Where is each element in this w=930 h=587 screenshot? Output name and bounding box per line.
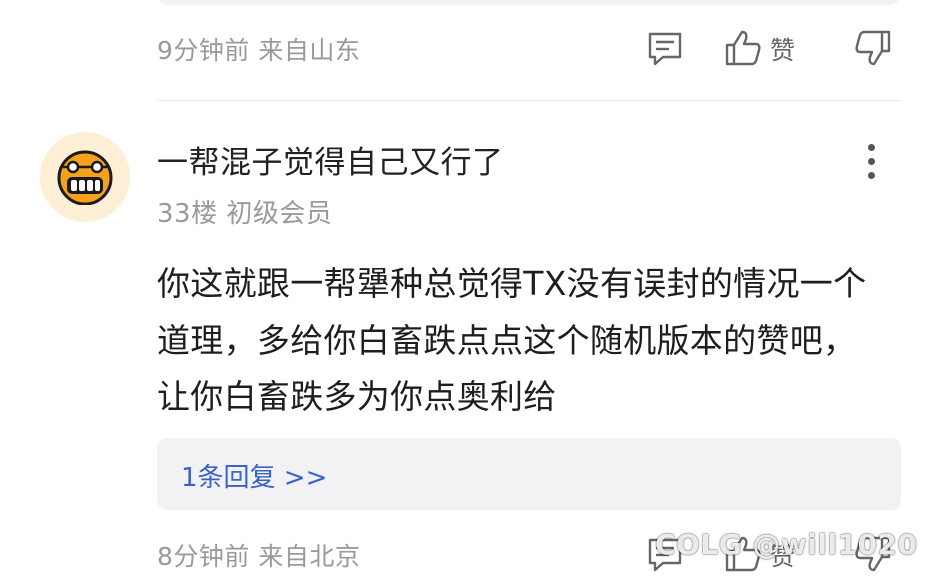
content-line: 让你白畜跌多为你点奥利给 — [157, 377, 557, 416]
comment-time: 8分钟前 — [157, 542, 250, 571]
previous-comment-reply-box — [157, 0, 901, 5]
previous-comment-time: 9分钟前 — [157, 36, 250, 65]
comment-meta: 8分钟前 来自北京 — [157, 537, 360, 573]
previous-comment-location: 来自山东 — [258, 36, 361, 65]
reply-box[interactable]: 1条回复 >> — [157, 438, 901, 510]
previous-comment-meta: 9分钟前 来自山东 — [157, 31, 360, 67]
avatar-face-icon — [57, 150, 113, 205]
like-label[interactable]: 赞 — [770, 31, 795, 67]
content-line: 你这就跟一帮犟种总觉得TX没有误封的情况一个 — [157, 264, 867, 303]
view-replies-link[interactable]: 1条回复 >> — [181, 457, 327, 494]
user-meta: 33楼 初级会员 — [157, 193, 332, 230]
floor-number: 33楼 — [157, 199, 218, 229]
watermark: COLG @will1020 — [655, 528, 918, 561]
previous-comment-actions: 赞 — [645, 28, 905, 68]
comment-divider — [157, 100, 901, 101]
member-level: 初级会员 — [226, 199, 333, 229]
username[interactable]: 一帮混子觉得自己又行了 — [157, 137, 504, 182]
thumbs-down-icon[interactable] — [853, 28, 893, 72]
comment-location: 来自北京 — [258, 542, 361, 571]
comment-content: 你这就跟一帮犟种总觉得TX没有误封的情况一个 道理，多给你白畜跌点点这个随机版本… — [157, 256, 907, 426]
thumbs-up-icon[interactable] — [723, 28, 763, 72]
comment-icon[interactable] — [645, 28, 685, 72]
more-icon[interactable] — [860, 140, 884, 184]
avatar[interactable] — [40, 132, 130, 222]
content-line: 道理，多给你白畜跌点点这个随机版本的赞吧， — [157, 320, 857, 360]
